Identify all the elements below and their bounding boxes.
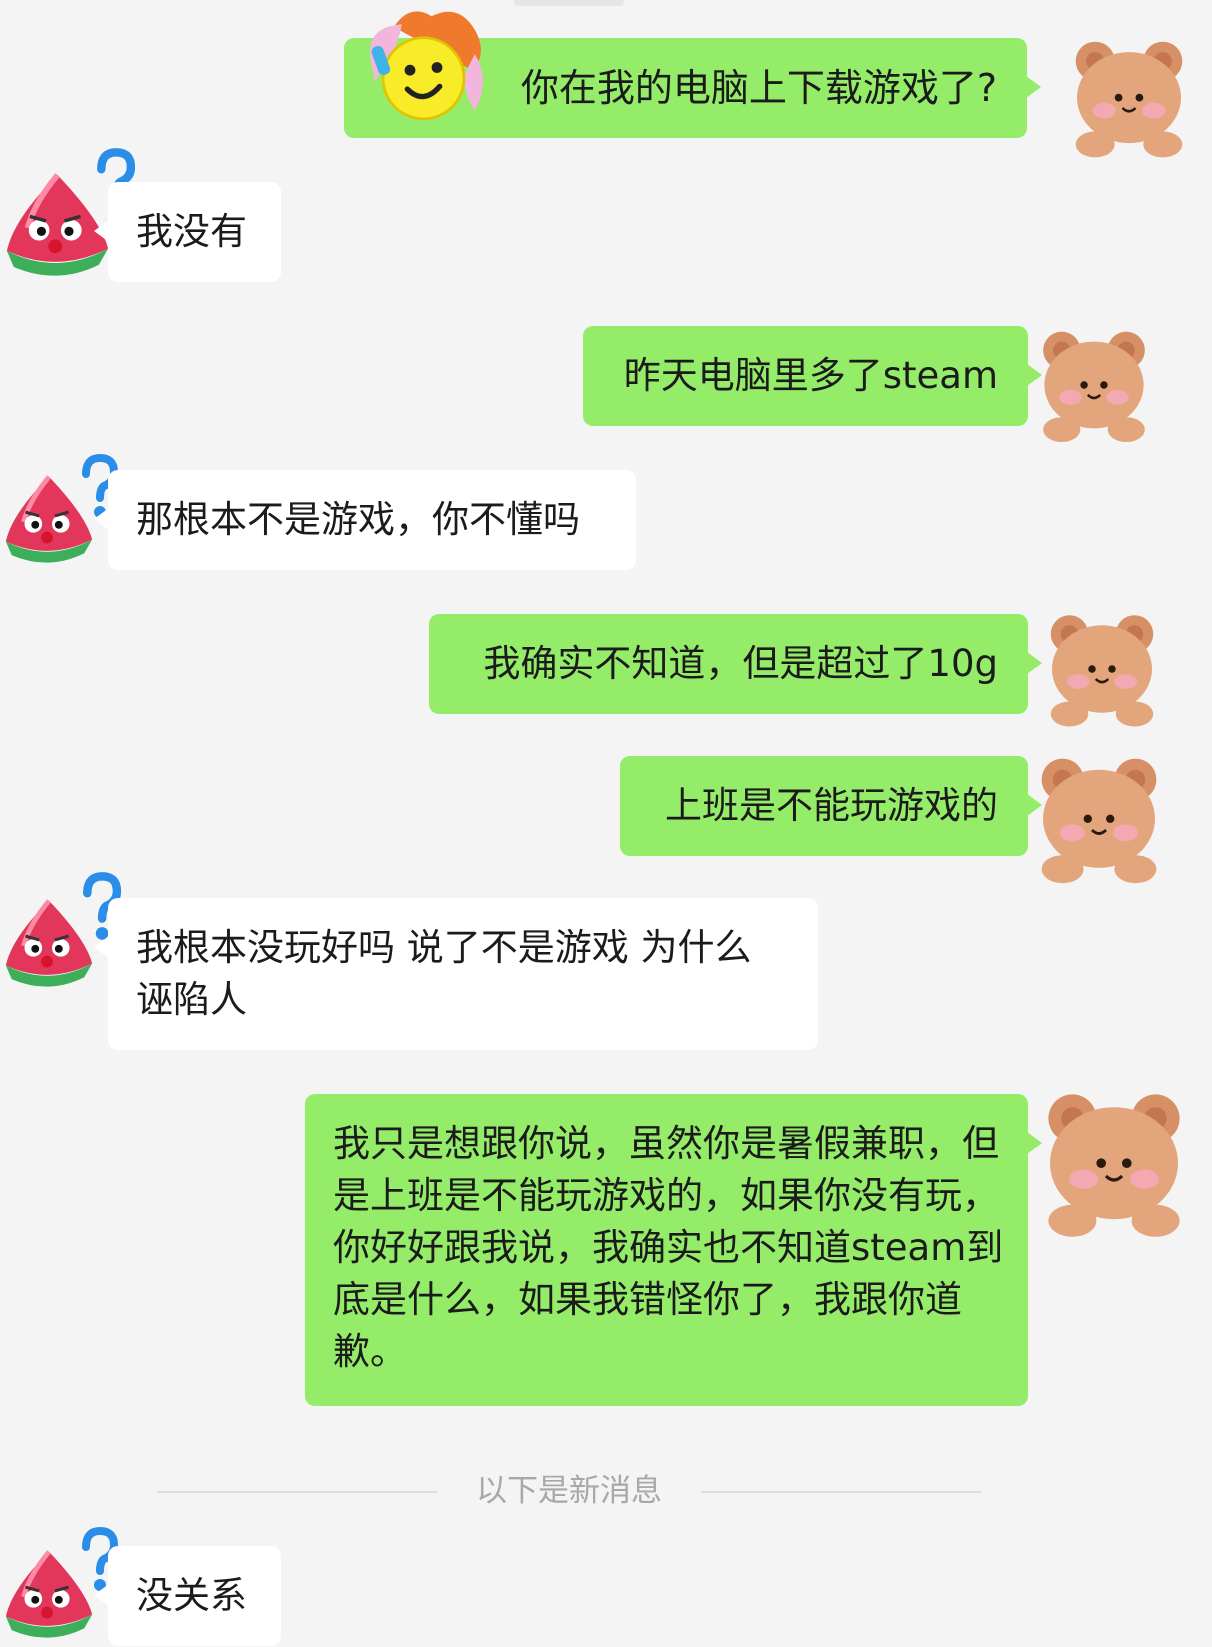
divider-line-right	[701, 1491, 981, 1493]
new-messages-divider: 以下是新消息	[157, 1462, 981, 1522]
incoming-message-bubble[interactable]: 那根本不是游戏，你不懂吗	[94, 470, 636, 570]
incoming-message-bubble[interactable]: 我根本没玩好吗 说了不是游戏 为什么诬陷人	[94, 898, 818, 1050]
teddy-bear-avatar[interactable]	[1024, 746, 1174, 886]
teddy-bear-avatar[interactable]	[1032, 320, 1156, 445]
emoji-face-sticker	[326, 0, 521, 135]
incoming-message-bubble[interactable]: 没关系	[94, 1546, 281, 1646]
incoming-message-bubble[interactable]: 我没有	[94, 182, 281, 282]
outgoing-message-bubble[interactable]: 我确实不知道，但是超过了10g	[429, 614, 1042, 714]
chat-view: 你在我的电脑上下载游戏了? 我没有 昨天电脑里多了steam 那根本不是游戏，你…	[0, 0, 1212, 1647]
outgoing-message-bubble[interactable]: 昨天电脑里多了steam	[583, 326, 1042, 426]
teddy-bear-avatar[interactable]	[1058, 30, 1200, 160]
outgoing-message-bubble[interactable]: 上班是不能玩游戏的	[620, 756, 1042, 856]
outgoing-message-bubble[interactable]: 我只是想跟你说，虽然你是暑假兼职，但是上班是不能玩游戏的，如果你没有玩，你好好跟…	[305, 1094, 1042, 1406]
teddy-bear-avatar[interactable]	[1038, 604, 1166, 729]
previous-message-edge	[514, 0, 624, 6]
teddy-bear-avatar[interactable]	[1030, 1080, 1198, 1240]
